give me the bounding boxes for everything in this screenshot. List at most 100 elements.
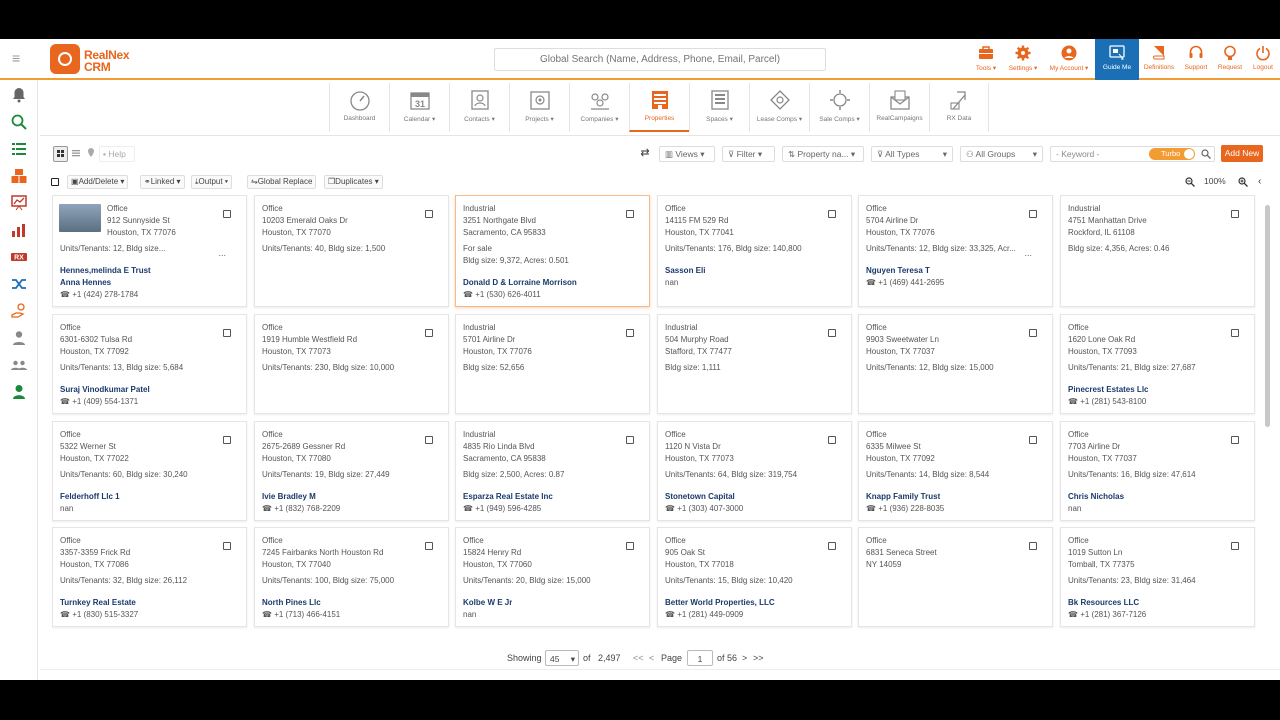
card-checkbox[interactable] xyxy=(223,210,231,218)
hand-coin-icon[interactable] xyxy=(11,303,27,319)
add-new-button[interactable]: Add New xyxy=(1221,145,1263,162)
card-checkbox[interactable] xyxy=(1231,210,1239,218)
owner-phone[interactable]: ☎ +1 (409) 554-1371 xyxy=(60,397,138,406)
property-card[interactable]: Industrial 504 Murphy Road Stafford, TX 77… xyxy=(657,314,852,414)
property-card[interactable]: Office 6301-6302 Tulsa Rd Houston, TX 7709… xyxy=(52,314,247,414)
owner-phone[interactable]: ☎ +1 (303) 407-3000 xyxy=(665,504,743,513)
turbo-toggle[interactable]: Turbo xyxy=(1149,148,1195,160)
card-checkbox[interactable] xyxy=(1231,436,1239,444)
card-checkbox[interactable] xyxy=(223,542,231,550)
search-icon[interactable] xyxy=(1201,149,1211,159)
owner-phone[interactable]: ☎ +1 (713) 466-4151 xyxy=(262,610,340,619)
first-page-button[interactable]: << xyxy=(633,650,644,666)
owner-phone[interactable]: ☎ +1 (424) 278-1784 xyxy=(60,290,138,299)
page-number-input[interactable]: 1 xyxy=(687,650,713,666)
card-checkbox[interactable] xyxy=(1231,329,1239,337)
owner-name[interactable]: Turnkey Real Estate xyxy=(60,598,136,607)
owner-name[interactable]: Stonetown Capital xyxy=(665,492,735,501)
header-support[interactable]: Support xyxy=(1180,42,1212,78)
owner-phone[interactable]: ☎ +1 (949) 596-4285 xyxy=(463,504,541,513)
card-checkbox[interactable] xyxy=(828,329,836,337)
card-checkbox[interactable] xyxy=(1231,542,1239,550)
more-icon[interactable]: ... xyxy=(218,248,226,258)
card-checkbox[interactable] xyxy=(828,542,836,550)
module-spaces[interactable]: Spaces ▾ xyxy=(689,83,749,132)
select-all-checkbox[interactable] xyxy=(51,178,59,186)
module-companies[interactable]: Companies ▾ xyxy=(569,83,629,132)
card-checkbox[interactable] xyxy=(223,436,231,444)
bell-icon[interactable] xyxy=(11,87,27,103)
owner-name[interactable]: North Pines Llc xyxy=(262,598,321,607)
owner-name[interactable]: Esparza Real Estate Inc xyxy=(463,492,553,501)
groups-select[interactable]: ⚇ All Groups ▾ xyxy=(960,146,1043,162)
help-button[interactable]: ▪ Help xyxy=(99,146,135,162)
collapse-panel-icon[interactable]: ‹ xyxy=(1258,176,1261,187)
module-dashboard[interactable]: Dashboard xyxy=(329,83,389,132)
owner-name[interactable]: Hennes,melinda E Trust xyxy=(60,266,151,275)
owner-phone[interactable]: ☎ +1 (469) 441-2695 xyxy=(866,278,944,287)
rx-icon[interactable]: RX xyxy=(11,249,27,265)
output-button[interactable]: ⤓Output ▾ xyxy=(191,175,233,189)
grid-view-button[interactable] xyxy=(53,146,68,162)
owner-phone[interactable]: ☎ +1 (281) 449-0909 xyxy=(665,610,743,619)
card-checkbox[interactable] xyxy=(223,329,231,337)
card-checkbox[interactable] xyxy=(1029,329,1037,337)
duplicates-button[interactable]: ❐Duplicates ▾ xyxy=(324,175,383,189)
property-card[interactable]: Office 6335 Milwee St Houston, TX 77092 Uni… xyxy=(858,421,1053,521)
user-group-icon[interactable] xyxy=(11,357,27,373)
search-zoom-icon[interactable] xyxy=(11,114,27,130)
sort-dropdown[interactable]: ⇅ Property na... ▾ xyxy=(782,146,864,162)
owner-name[interactable]: Sasson Eli xyxy=(665,266,705,275)
property-card[interactable]: Industrial 3251 Northgate Blvd Sacramento,… xyxy=(455,195,650,307)
property-card[interactable]: Office 3357-3359 Frick Rd Houston, TX 7708… xyxy=(52,527,247,627)
hamburger-menu-icon[interactable]: ≡ xyxy=(12,51,26,65)
property-card[interactable]: Office 10203 Emerald Oaks Dr Houston, TX 7… xyxy=(254,195,449,307)
owner-name-2[interactable]: Anna Hennes xyxy=(60,278,111,287)
card-checkbox[interactable] xyxy=(425,210,433,218)
property-card[interactable]: Office 9903 Sweetwater Ln Houston, TX 7703… xyxy=(858,314,1053,414)
owner-name[interactable]: Ivie Bradley M xyxy=(262,492,316,501)
owner-phone[interactable]: ☎ +1 (936) 228-8035 xyxy=(866,504,944,513)
list-view-button[interactable] xyxy=(69,146,83,162)
owner-name[interactable]: Chris Nicholas xyxy=(1068,492,1124,501)
module-calendar[interactable]: 31 Calendar ▾ xyxy=(389,83,449,132)
owner-name[interactable]: Felderhoff Llc 1 xyxy=(60,492,120,501)
property-card[interactable]: Office 7703 Airline Dr Houston, TX 77037 Un… xyxy=(1060,421,1255,521)
header-request[interactable]: Request xyxy=(1214,42,1246,78)
header-tools[interactable]: Tools ▾ xyxy=(970,42,1002,78)
module-properties[interactable]: Properties xyxy=(629,83,689,132)
owner-name[interactable]: Pinecrest Estates Llc xyxy=(1068,385,1148,394)
property-card[interactable]: Office 5322 Werner St Houston, TX 77022 Uni… xyxy=(52,421,247,521)
card-checkbox[interactable] xyxy=(626,542,634,550)
more-icon[interactable]: ... xyxy=(1024,248,1032,258)
property-card[interactable]: Office 1120 N Vista Dr Houston, TX 77073 Un… xyxy=(657,421,852,521)
owner-name[interactable]: Kolbe W E Jr xyxy=(463,598,512,607)
map-view-button[interactable] xyxy=(85,146,97,162)
module-contacts[interactable]: Contacts ▾ xyxy=(449,83,509,132)
last-page-button[interactable]: >> xyxy=(753,650,764,666)
property-card[interactable]: Office 14115 FM 529 Rd Houston, TX 77041 Un… xyxy=(657,195,852,307)
page-size-select[interactable]: 45 ▾ xyxy=(545,650,579,666)
linked-button[interactable]: ⚭Linked ▾ xyxy=(140,175,185,189)
property-thumbnail[interactable] xyxy=(59,204,101,232)
card-checkbox[interactable] xyxy=(828,210,836,218)
zoom-out-icon[interactable] xyxy=(1185,177,1195,187)
module-rx-data[interactable]: RX Data xyxy=(929,83,989,132)
card-checkbox[interactable] xyxy=(828,436,836,444)
owner-name[interactable]: Better World Properties, LLC xyxy=(665,598,775,607)
property-card[interactable]: Office 912 Sunnyside St Houston, TX 77076 U… xyxy=(52,195,247,307)
property-card[interactable]: Office 7245 Fairbanks North Houston Rd Hou… xyxy=(254,527,449,627)
owner-name[interactable]: Knapp Family Trust xyxy=(866,492,940,501)
list-icon[interactable] xyxy=(11,141,27,157)
add-delete-button[interactable]: ▣Add/Delete ▾ xyxy=(67,175,129,189)
property-card[interactable]: Office 1019 Sutton Ln Tomball, TX 77375 Uni… xyxy=(1060,527,1255,627)
card-checkbox[interactable] xyxy=(626,436,634,444)
property-card[interactable]: Industrial 4751 Manhattan Drive Rockford, … xyxy=(1060,195,1255,307)
card-checkbox[interactable] xyxy=(1029,210,1037,218)
owner-name[interactable]: Nguyen Teresa T xyxy=(866,266,930,275)
card-checkbox[interactable] xyxy=(425,542,433,550)
property-card[interactable]: Office 1620 Lone Oak Rd Houston, TX 77093 U… xyxy=(1060,314,1255,414)
header-my-account[interactable]: My Account ▾ xyxy=(1044,42,1094,78)
views-dropdown[interactable]: ▥ Views ▾ xyxy=(659,146,715,162)
global-replace-button[interactable]: ⇋Global Replace xyxy=(247,175,317,189)
